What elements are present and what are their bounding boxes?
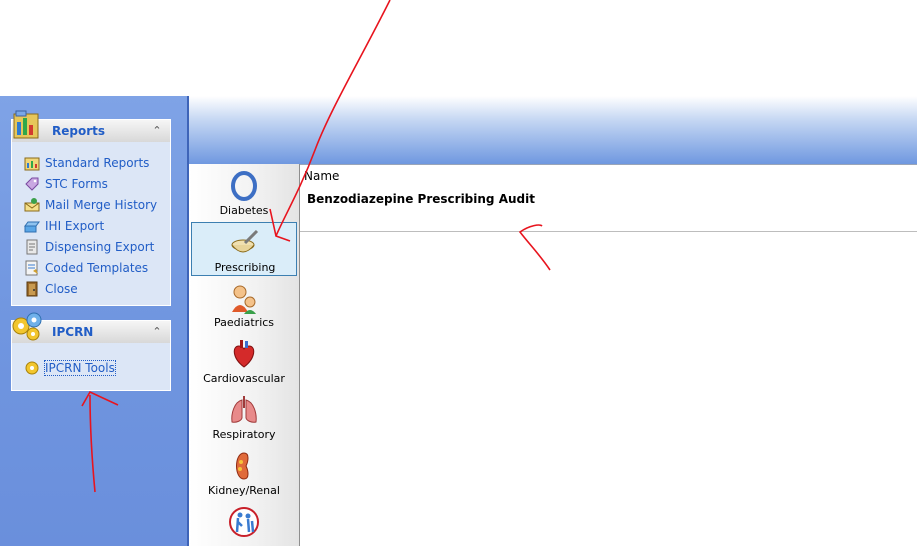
mail-merge-icon bbox=[24, 198, 40, 212]
category-aged-care[interactable] bbox=[191, 502, 297, 556]
task-label: Coded Templates bbox=[45, 261, 149, 275]
task-standard-reports[interactable]: Standard Reports bbox=[24, 154, 149, 172]
chevron-up-double-icon[interactable]: ⌃ bbox=[150, 325, 164, 339]
task-label: Close bbox=[45, 282, 78, 296]
task-label: IPCRN Tools bbox=[44, 360, 116, 376]
template-icon bbox=[25, 260, 38, 276]
category-label: Respiratory bbox=[212, 428, 276, 441]
ipcrn-panel-title: IPCRN bbox=[52, 325, 94, 339]
category-bar: Diabetes Prescribing Paediatrics Cardiov… bbox=[189, 164, 300, 546]
task-ihi-export[interactable]: IHI Export bbox=[24, 217, 104, 235]
ring-icon bbox=[231, 171, 257, 201]
reports-icon bbox=[13, 110, 39, 139]
reports-panel: Reports ⌃ Standard Reports STC Forms Mai… bbox=[11, 110, 171, 306]
task-label: IHI Export bbox=[45, 219, 105, 233]
category-cardiovascular[interactable]: Cardiovascular bbox=[191, 334, 297, 388]
task-ipcrn-tools[interactable]: IPCRN Tools bbox=[24, 359, 116, 377]
task-label: Dispensing Export bbox=[45, 240, 155, 254]
gear-icon bbox=[25, 361, 39, 375]
category-kidney-renal[interactable]: Kidney/Renal bbox=[191, 446, 297, 500]
task-label: STC Forms bbox=[45, 177, 108, 191]
table-row[interactable]: Benzodiazepine Prescribing Audit bbox=[307, 192, 535, 206]
heart-icon bbox=[233, 340, 255, 368]
category-label: Prescribing bbox=[214, 261, 276, 274]
column-header-name[interactable]: Name bbox=[304, 169, 339, 183]
category-prescribing[interactable]: Prescribing bbox=[191, 222, 297, 276]
door-icon bbox=[26, 281, 38, 297]
report-list: Name Benzodiazepine Prescribing Audit bbox=[300, 164, 917, 546]
tag-icon bbox=[25, 177, 39, 191]
mortar-pestle-icon bbox=[231, 229, 259, 253]
category-label: Kidney/Renal bbox=[208, 484, 280, 497]
dispensing-icon bbox=[26, 239, 38, 255]
elderly-icon bbox=[229, 507, 259, 537]
ipcrn-panel: IPCRN ⌃ IPCRN Tools bbox=[11, 312, 171, 391]
category-paediatrics[interactable]: Paediatrics bbox=[191, 278, 297, 332]
row-divider bbox=[300, 231, 917, 232]
category-diabetes[interactable]: Diabetes bbox=[191, 166, 297, 220]
category-respiratory[interactable]: Respiratory bbox=[191, 390, 297, 444]
category-label: Diabetes bbox=[219, 204, 269, 217]
kidney-icon bbox=[236, 452, 249, 480]
task-stc-forms[interactable]: STC Forms bbox=[24, 175, 108, 193]
task-close[interactable]: Close bbox=[24, 280, 78, 298]
task-label: Standard Reports bbox=[45, 156, 150, 170]
header-band bbox=[189, 96, 917, 164]
category-label: Paediatrics bbox=[213, 316, 275, 329]
task-dispensing-export[interactable]: Dispensing Export bbox=[24, 238, 154, 256]
task-coded-templates[interactable]: Coded Templates bbox=[24, 259, 148, 277]
category-label: Cardiovascular bbox=[203, 372, 285, 385]
export-icon bbox=[24, 221, 40, 233]
bar-chart-icon bbox=[24, 157, 40, 171]
task-mail-merge-history[interactable]: Mail Merge History bbox=[24, 196, 157, 214]
child-icon bbox=[232, 285, 256, 314]
lungs-icon bbox=[231, 396, 257, 423]
gear-cluster-icon bbox=[12, 312, 42, 341]
task-label: Mail Merge History bbox=[45, 198, 158, 212]
chevron-up-double-icon[interactable]: ⌃ bbox=[150, 124, 164, 138]
reports-panel-title: Reports bbox=[52, 124, 106, 138]
